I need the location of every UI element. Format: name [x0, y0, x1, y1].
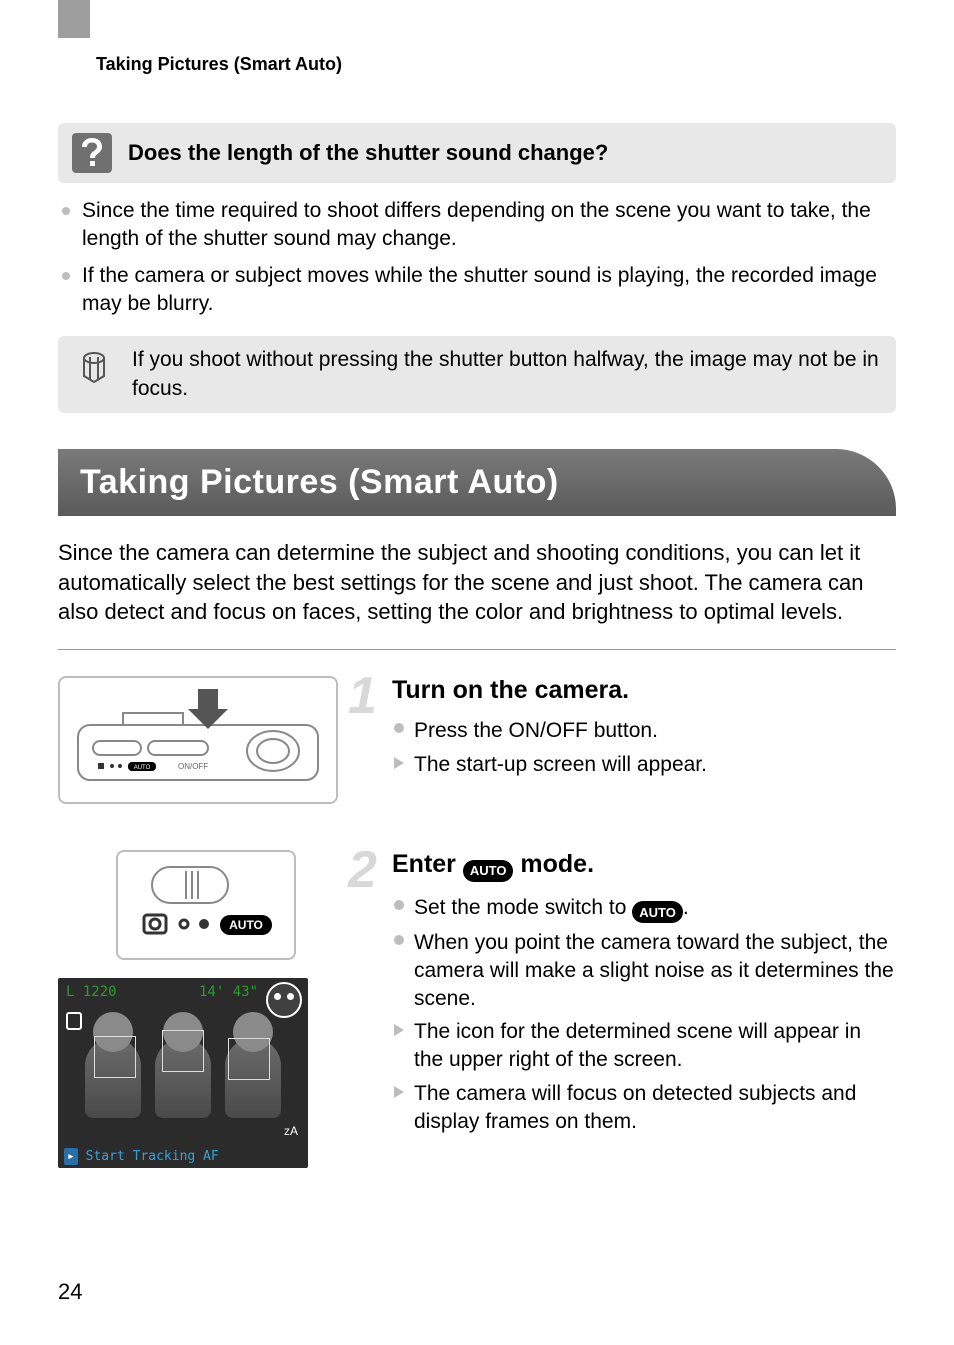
bullet-text: If the camera or subject moves while the…	[82, 262, 896, 319]
screen-status-left: L 1220	[66, 984, 117, 1000]
svg-text:AUTO: AUTO	[229, 918, 263, 932]
circle-marker-icon	[394, 900, 404, 910]
circle-marker-icon	[394, 935, 404, 945]
bullet-text: Since the time required to shoot differs…	[82, 197, 896, 254]
question-title: Does the length of the shutter sound cha…	[128, 140, 608, 166]
bullet-dot-icon	[62, 207, 70, 215]
bullet-row: If the camera or subject moves while the…	[62, 262, 896, 319]
question-callout: Does the length of the shutter sound cha…	[58, 123, 896, 183]
note-text: If you shoot without pressing the shutte…	[132, 346, 880, 403]
camera-screen-preview: L 1220 14' 43" zA ▸ Start Tracking AF	[58, 978, 308, 1168]
step-text: The icon for the determined scene will a…	[414, 1018, 896, 1073]
step-text: When you point the camera toward the sub…	[414, 929, 896, 1012]
step-2-title: Enter AUTO mode.	[362, 850, 896, 882]
triangle-marker-icon	[392, 1024, 406, 1036]
pencil-note-icon	[74, 346, 114, 388]
circle-marker-icon	[394, 723, 404, 733]
question-mark-icon	[72, 133, 112, 173]
triangle-marker-icon	[392, 757, 406, 769]
mode-switch-illustration: AUTO	[116, 850, 296, 960]
section-intro: Since the camera can determine the subje…	[58, 538, 896, 627]
section-title: Taking Pictures (Smart Auto)	[80, 463, 866, 502]
step-text: The camera will focus on detected subjec…	[414, 1080, 896, 1135]
step-line: Set the mode switch to AUTO.	[362, 894, 896, 924]
note-callout: If you shoot without pressing the shutte…	[58, 336, 896, 413]
za-indicator: zA	[284, 1124, 298, 1138]
side-tab	[58, 0, 90, 38]
svg-text:AUTO: AUTO	[134, 765, 151, 771]
screen-bottom-label: ▸ Start Tracking AF	[64, 1149, 219, 1164]
question-bullets: Since the time required to shoot differs…	[58, 197, 896, 318]
bullet-dot-icon	[62, 272, 70, 280]
step-1-title: Turn on the camera.	[362, 676, 896, 705]
focus-frame	[94, 1036, 136, 1078]
step-text: Set the mode switch to AUTO.	[414, 894, 689, 924]
divider	[58, 649, 896, 650]
step-line: The icon for the determined scene will a…	[362, 1018, 896, 1073]
step-text: Press the ON/OFF button.	[414, 717, 658, 745]
step-2-row: AUTO L 1220 14' 43" zA ▸ Start Tracking …	[58, 850, 896, 1168]
screen-status-right: 14' 43"	[199, 984, 258, 1000]
step-line: The camera will focus on detected subjec…	[362, 1080, 896, 1135]
section-title-banner: Taking Pictures (Smart Auto)	[58, 449, 896, 516]
focus-frame	[162, 1030, 204, 1072]
step-line: The start-up screen will appear.	[362, 751, 896, 779]
onoff-label: ON/OFF	[178, 762, 208, 771]
auto-mode-icon: AUTO	[463, 860, 514, 882]
camera-top-illustration: AUTO ON/OFF	[58, 676, 338, 804]
page-number: 24	[58, 1279, 82, 1305]
step-text: The start-up screen will appear.	[414, 751, 707, 779]
running-header: Taking Pictures (Smart Auto)	[96, 54, 896, 75]
step-line: When you point the camera toward the sub…	[362, 929, 896, 1012]
triangle-marker-icon	[392, 1086, 406, 1098]
step-1-row: AUTO ON/OFF 1 Turn on the camera. Press …	[58, 676, 896, 832]
bullet-row: Since the time required to shoot differs…	[62, 197, 896, 254]
step-line: Press the ON/OFF button.	[362, 717, 896, 745]
auto-mode-icon: AUTO	[632, 901, 683, 923]
focus-frame	[228, 1038, 270, 1080]
scene-face-icon	[266, 982, 302, 1018]
